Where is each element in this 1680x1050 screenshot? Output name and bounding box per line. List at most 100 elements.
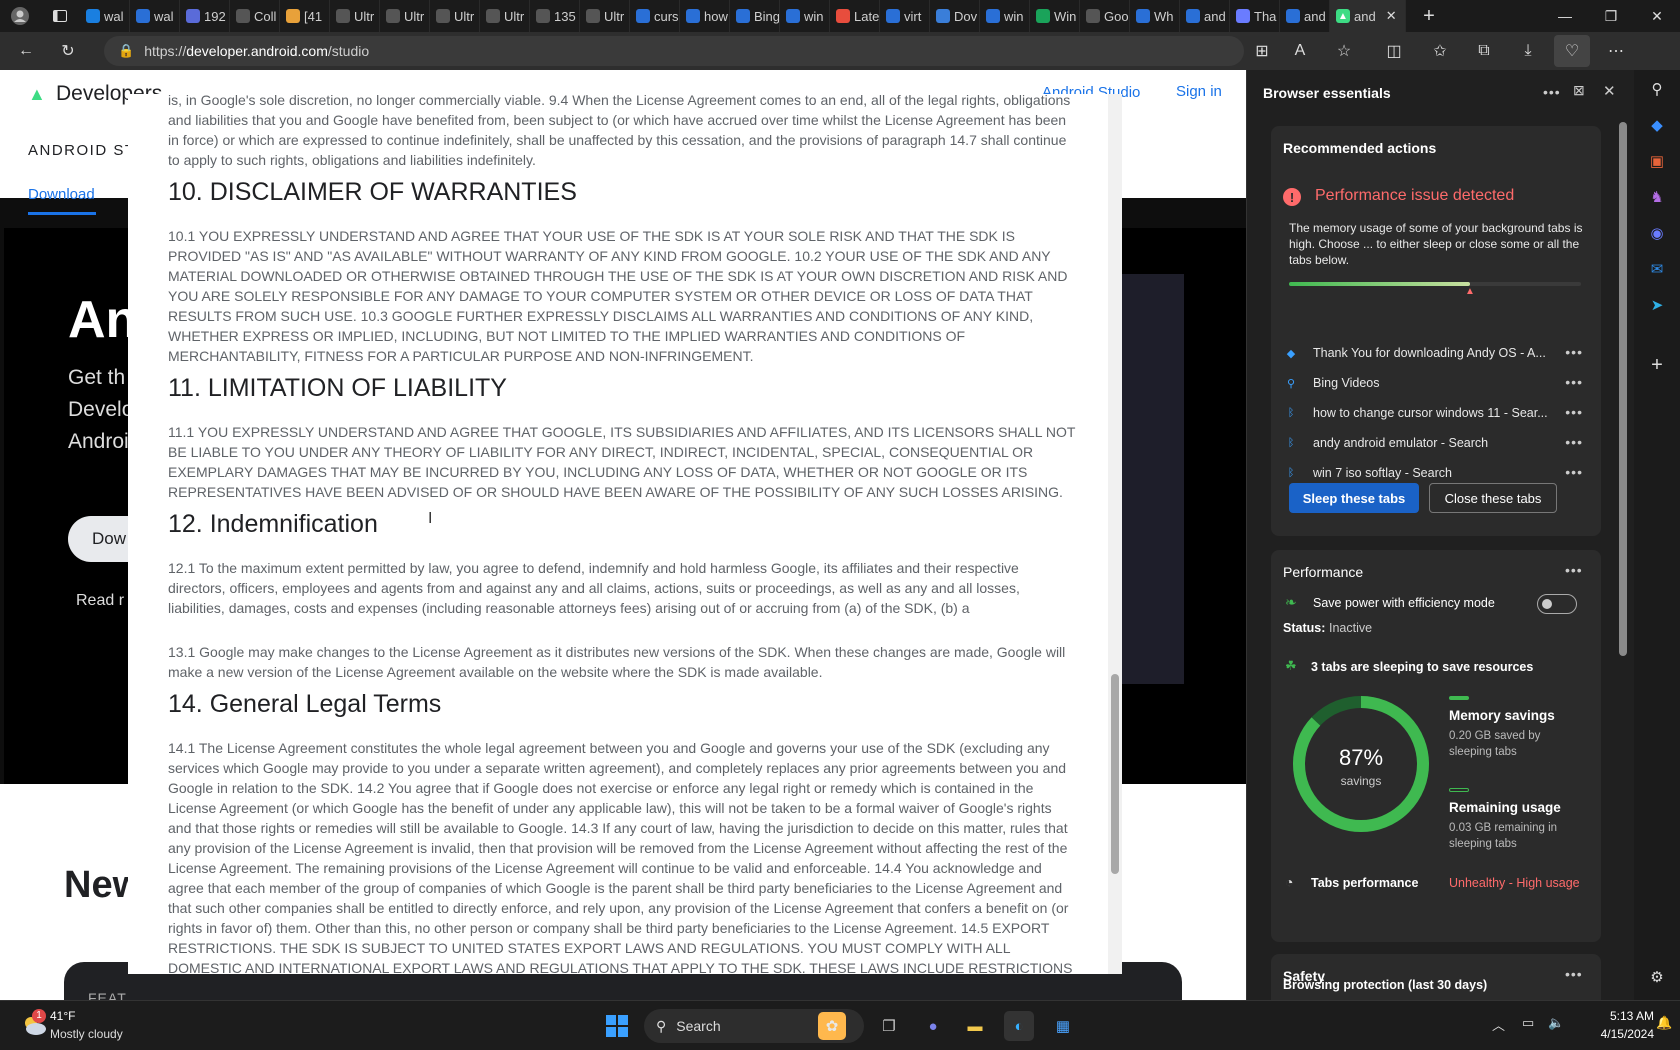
weather-temp[interactable]: 41°F (50, 1009, 75, 1023)
search-highlight-icon[interactable]: ✿ (818, 1012, 846, 1040)
sleeping-tab-row[interactable]: ◆ Thank You for downloading Andy OS - A..… (1283, 338, 1583, 368)
sign-in-link[interactable]: Sign in (1176, 83, 1222, 100)
sleeping-tab-row[interactable]: ᛒ how to change cursor windows 11 - Sear.… (1283, 398, 1583, 428)
tabs-performance-label[interactable]: Tabs performance (1311, 876, 1418, 890)
tab-more-icon[interactable]: ••• (1565, 374, 1583, 390)
close-tab-icon[interactable]: ✕ (1386, 8, 1397, 24)
clock-time[interactable]: 5:13 AM (1584, 1009, 1654, 1023)
profile-avatar-icon[interactable] (0, 0, 40, 32)
performance-more-icon[interactable]: ••• (1565, 562, 1583, 578)
weather-desc[interactable]: Mostly cloudy (50, 1027, 123, 1041)
outlook-icon[interactable]: ✉ (1646, 258, 1668, 280)
sleep-tabs-button[interactable]: Sleep these tabs (1289, 483, 1419, 513)
browser-tab[interactable]: Ultr (480, 0, 530, 32)
tab-actions-icon[interactable] (40, 0, 80, 32)
download-icon (936, 9, 950, 23)
sleeping-tab-row[interactable]: ᛒ andy android emulator - Search ••• (1283, 428, 1583, 458)
send-icon[interactable]: ➤ (1646, 294, 1668, 316)
copilot-icon[interactable]: ◉ (1646, 222, 1668, 244)
browser-tab[interactable]: Late (830, 0, 880, 32)
file-explorer-icon[interactable]: ▬ (960, 1011, 990, 1041)
tab-more-icon[interactable]: ••• (1565, 464, 1583, 480)
tab-more-icon[interactable]: ••• (1565, 404, 1583, 420)
address-bar[interactable]: 🔒 https://developer.android.com/studio (104, 36, 1244, 66)
edge-browser-icon[interactable]: ◐ (1004, 1011, 1034, 1041)
windows-taskbar: 1 41°F Mostly cloudy ⚲ Search ✿ ❐ ● ▬ ◐ … (0, 1000, 1680, 1050)
display-icon[interactable]: ▭ (1522, 1015, 1534, 1031)
add-app-icon[interactable]: + (1646, 354, 1668, 376)
browser-tab[interactable]: wal (80, 0, 130, 32)
browser-tab[interactable]: 135 (530, 0, 580, 32)
tab-active[interactable]: ▲ and ✕ (1330, 0, 1406, 32)
read-aloud-icon[interactable]: A (1282, 35, 1318, 67)
windows-start-icon[interactable] (602, 1011, 632, 1041)
app-available-icon[interactable]: ⊞ (1244, 35, 1280, 67)
tools-icon[interactable]: ▣ (1646, 150, 1668, 172)
downloads-icon[interactable]: ⤓ (1510, 35, 1546, 67)
hero-read-link[interactable]: Read r (76, 592, 124, 610)
favorite-star-icon[interactable]: ☆ (1326, 35, 1362, 67)
browser-tab[interactable]: Ultr (380, 0, 430, 32)
browser-tab[interactable]: virt (880, 0, 930, 32)
browser-tab[interactable]: Wh (1130, 0, 1180, 32)
tab-more-icon[interactable]: ••• (1565, 434, 1583, 450)
back-icon[interactable]: ← (8, 35, 44, 67)
browser-tab[interactable]: win (980, 0, 1030, 32)
browser-tab[interactable]: and (1280, 0, 1330, 32)
sleeping-tab-row[interactable]: ⚲ Bing Videos ••• (1283, 368, 1583, 398)
browser-tab[interactable]: Bing (730, 0, 780, 32)
shopping-tag-icon[interactable]: ◆ (1646, 114, 1668, 136)
store-icon[interactable]: ▦ (1048, 1011, 1078, 1041)
refresh-icon[interactable]: ↻ (50, 35, 86, 67)
close-pane-icon[interactable]: ✕ (1603, 82, 1616, 100)
speedometer-icon: ◔ (1285, 874, 1294, 890)
browser-tab[interactable]: curs (630, 0, 680, 32)
task-view-icon[interactable]: ❐ (874, 1011, 904, 1041)
browser-essentials-icon[interactable]: ♡ (1554, 35, 1590, 67)
tab-label: Ultr (454, 8, 475, 24)
browser-tab[interactable]: wal (130, 0, 180, 32)
dialog-scrollbar[interactable] (1108, 94, 1122, 974)
browser-tab[interactable]: Tha (1230, 0, 1280, 32)
browser-tab[interactable]: Goo (1080, 0, 1130, 32)
games-icon[interactable]: ♞ (1646, 186, 1668, 208)
volume-icon[interactable]: 🔈 (1548, 1015, 1564, 1031)
restore-icon[interactable]: ❐ (1588, 0, 1634, 32)
browser-tab[interactable]: win (780, 0, 830, 32)
browser-tab[interactable]: Win (1030, 0, 1080, 32)
pin-pane-icon[interactable]: ⊠ (1573, 82, 1585, 99)
settings-more-icon[interactable]: ⋯ (1598, 35, 1634, 67)
efficiency-toggle[interactable] (1537, 594, 1577, 614)
browser-tab[interactable]: Ultr (330, 0, 380, 32)
search-icon[interactable]: ⚲ (1646, 78, 1668, 100)
browser-tab[interactable]: Ultr (580, 0, 630, 32)
safety-more-icon[interactable]: ••• (1565, 966, 1583, 982)
dialog-scrollbar-thumb[interactable] (1111, 674, 1119, 874)
browser-tab[interactable]: how (680, 0, 730, 32)
favorites-icon[interactable]: ✩ (1422, 35, 1458, 67)
browser-tab[interactable]: 192 (180, 0, 230, 32)
browser-tab[interactable]: Coll (230, 0, 280, 32)
browser-tab[interactable]: Ultr (430, 0, 480, 32)
pane-more-icon[interactable]: ••• (1543, 84, 1561, 100)
tab-download[interactable]: Download (28, 186, 95, 203)
video-icon (286, 9, 300, 23)
browser-tab[interactable]: and (1180, 0, 1230, 32)
minimize-icon[interactable]: — (1542, 0, 1588, 32)
browser-tab[interactable]: [41 (280, 0, 330, 32)
notifications-icon[interactable]: 🔔 (1656, 1015, 1672, 1031)
sidebar-settings-icon[interactable]: ⚙ (1646, 966, 1668, 988)
collections-icon[interactable]: ⧉ (1466, 35, 1502, 67)
tabs-performance-status: Unhealthy - High usage (1449, 876, 1580, 890)
tab-more-icon[interactable]: ••• (1565, 344, 1583, 360)
sleeping-leaf-icon: ☘ (1285, 658, 1297, 673)
show-hidden-icons-icon[interactable]: ︿ (1492, 1015, 1505, 1034)
new-tab-icon[interactable]: + (1406, 0, 1452, 32)
clock-date[interactable]: 4/15/2024 (1574, 1027, 1654, 1041)
teams-chat-icon[interactable]: ● (918, 1011, 948, 1041)
pane-scrollbar-thumb[interactable] (1619, 122, 1627, 656)
close-tabs-button[interactable]: Close these tabs (1429, 483, 1557, 513)
close-window-icon[interactable]: ✕ (1634, 0, 1680, 32)
split-screen-icon[interactable]: ◫ (1376, 35, 1412, 67)
browser-tab[interactable]: Dov (930, 0, 980, 32)
